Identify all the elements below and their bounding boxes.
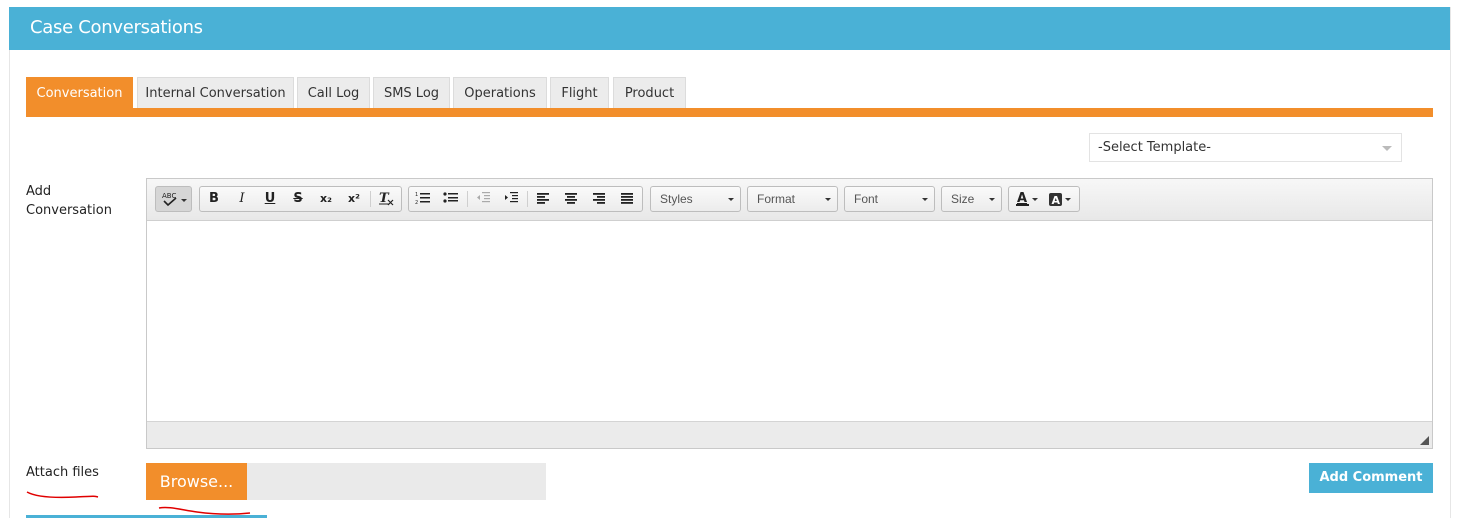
chevron-down-icon — [922, 198, 928, 201]
chevron-down-icon — [825, 198, 831, 201]
decrease-indent-button[interactable] — [472, 190, 494, 208]
paragraph-group: 1 2 — [408, 186, 643, 212]
tab-conversation[interactable]: Conversation — [26, 77, 133, 108]
text-color-icon: A — [1016, 191, 1038, 206]
browse-button[interactable]: Browse... — [146, 463, 247, 500]
editor-statusbar — [147, 421, 1432, 448]
format-dropdown-label: Format — [757, 192, 796, 206]
bulleted-list-icon — [443, 192, 458, 203]
add-conversation-label: Add Conversation — [26, 182, 112, 220]
rich-text-editor: ABC B I U S x₂ x² T 1 2 Styles Format Fo… — [146, 178, 1433, 449]
tab-sms-log[interactable]: SMS Log — [373, 77, 450, 108]
numbered-list-icon: 1 2 — [415, 192, 430, 206]
tab-call-log[interactable]: Call Log — [297, 77, 370, 108]
tab-flight[interactable]: Flight — [550, 77, 609, 108]
remove-format-icon: T — [379, 191, 394, 206]
svg-text:2: 2 — [415, 200, 418, 206]
resize-handle-icon[interactable] — [1420, 436, 1429, 445]
svg-text:1: 1 — [415, 192, 418, 198]
remove-format-button[interactable]: T — [375, 190, 397, 208]
increase-indent-button[interactable] — [500, 190, 522, 208]
tab-operations[interactable]: Operations — [453, 77, 547, 108]
subscript-button[interactable]: x₂ — [315, 190, 337, 208]
text-color-button[interactable]: A — [1014, 190, 1040, 208]
size-dropdown[interactable]: Size — [941, 186, 1002, 212]
basic-styles-group: B I U S x₂ x² T — [199, 186, 402, 212]
add-comment-button[interactable]: Add Comment — [1309, 463, 1433, 493]
svg-text:A: A — [1017, 191, 1027, 206]
spellcheck-icon: ABC — [162, 192, 187, 207]
tab-underline — [26, 108, 1433, 117]
align-left-button[interactable] — [532, 190, 554, 208]
bulleted-list-button[interactable] — [440, 190, 462, 208]
bold-button[interactable]: B — [203, 190, 225, 208]
tab-internal-conversation[interactable]: Internal Conversation — [137, 77, 294, 108]
attach-files-label: Attach files — [26, 465, 99, 480]
template-select[interactable]: -Select Template- — [1089, 133, 1402, 162]
outdent-icon — [477, 192, 490, 203]
toolbar-separator — [467, 191, 468, 207]
panel-title: Case Conversations — [30, 17, 203, 38]
background-color-button[interactable]: A — [1047, 190, 1073, 208]
styles-dropdown[interactable]: Styles — [650, 186, 741, 212]
template-select-value: -Select Template- — [1098, 140, 1211, 155]
underline-button[interactable]: U — [259, 190, 281, 208]
tab-product[interactable]: Product — [613, 77, 686, 108]
font-dropdown-label: Font — [854, 192, 879, 206]
align-right-icon — [593, 193, 605, 204]
font-dropdown[interactable]: Font — [844, 186, 935, 212]
size-dropdown-label: Size — [951, 192, 975, 206]
toolbar-separator — [527, 191, 528, 207]
chevron-down-icon — [1382, 146, 1392, 151]
add-conversation-label-line2: Conversation — [26, 203, 112, 218]
indent-icon — [505, 192, 518, 203]
editor-toolbar: ABC B I U S x₂ x² T 1 2 Styles Format Fo… — [147, 179, 1432, 221]
spellcheck-group: ABC — [155, 186, 192, 212]
editor-content-area[interactable] — [147, 221, 1432, 421]
styles-dropdown-label: Styles — [660, 192, 693, 206]
superscript-button[interactable]: x² — [343, 190, 365, 208]
format-dropdown[interactable]: Format — [747, 186, 838, 212]
italic-button[interactable]: I — [231, 190, 253, 208]
colors-group: A A — [1008, 186, 1080, 212]
strikethrough-button[interactable]: S — [287, 190, 309, 208]
chevron-down-icon — [728, 198, 734, 201]
background-color-icon: A — [1049, 193, 1071, 207]
align-justify-icon — [621, 193, 633, 204]
svg-text:A: A — [1052, 194, 1061, 207]
spellcheck-button[interactable]: ABC — [159, 190, 189, 208]
add-conversation-label-line1: Add — [26, 184, 52, 199]
align-center-icon — [565, 193, 577, 204]
numbered-list-button[interactable]: 1 2 — [412, 190, 434, 208]
align-right-button[interactable] — [588, 190, 610, 208]
panel-header: Case Conversations — [9, 7, 1450, 50]
align-center-button[interactable] — [560, 190, 582, 208]
toolbar-separator — [370, 191, 371, 207]
chevron-down-icon — [989, 198, 995, 201]
align-left-icon — [537, 193, 549, 204]
red-underline-annotation — [26, 491, 99, 499]
justify-button[interactable] — [616, 190, 638, 208]
